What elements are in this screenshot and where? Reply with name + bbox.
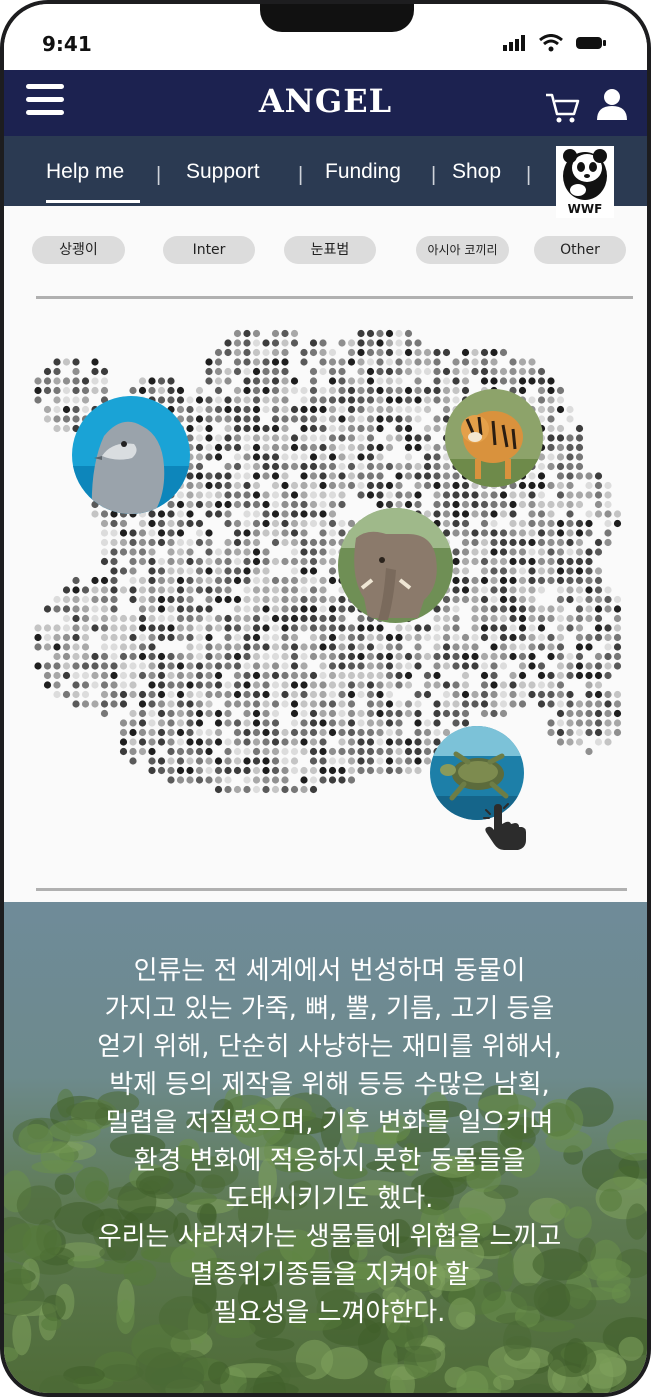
pointer-hand-icon xyxy=(483,803,526,850)
wwf-logo[interactable]: WWF xyxy=(556,146,614,218)
phone-notch xyxy=(260,4,414,32)
info-text: 인류는 전 세계에서 번성하며 동물이 가지고 있는 가죽, 뼈, 뿔, 기름,… xyxy=(97,956,562,1328)
battery-icon xyxy=(576,37,606,49)
dot-map xyxy=(34,329,622,794)
panda-icon xyxy=(563,149,607,200)
chip-finless-porpoise[interactable]: 상괭이 xyxy=(32,236,125,264)
chip-other[interactable]: Other xyxy=(534,236,626,264)
tab-support[interactable]: Support xyxy=(186,160,260,184)
chip-inter[interactable]: Inter xyxy=(163,236,255,264)
tab-help-me[interactable]: Help me xyxy=(46,160,124,184)
signal-icon xyxy=(503,35,525,51)
divider-bottom xyxy=(36,888,627,891)
divider-top xyxy=(36,296,633,299)
europe-map xyxy=(4,304,647,884)
wwf-label: WWF xyxy=(567,202,603,216)
tab-bar: Help me | Support | Funding | Shop | xyxy=(4,136,647,206)
tab-separator: | xyxy=(526,164,532,186)
user-icon[interactable] xyxy=(594,86,630,122)
elephant-photo[interactable] xyxy=(338,508,453,623)
tab-separator: | xyxy=(431,164,437,186)
status-time: 9:41 xyxy=(42,32,92,56)
phone-frame: 9:41 ANGEL Help me | Support | Funding |… xyxy=(0,0,651,1397)
chip-snow-leopard[interactable]: 눈표범 xyxy=(284,236,376,264)
tab-shop[interactable]: Shop xyxy=(452,160,501,184)
tab-funding[interactable]: Funding xyxy=(325,160,401,184)
active-tab-indicator xyxy=(46,200,140,203)
tiger-photo[interactable] xyxy=(445,389,543,487)
tab-separator: | xyxy=(298,164,304,186)
chip-asian-elephant[interactable]: 아시아 코끼리 xyxy=(416,236,509,264)
status-icons xyxy=(503,34,607,52)
tab-separator: | xyxy=(156,164,162,186)
dolphin-photo[interactable] xyxy=(72,396,190,514)
cart-icon[interactable] xyxy=(544,92,580,124)
wifi-icon xyxy=(539,34,563,52)
